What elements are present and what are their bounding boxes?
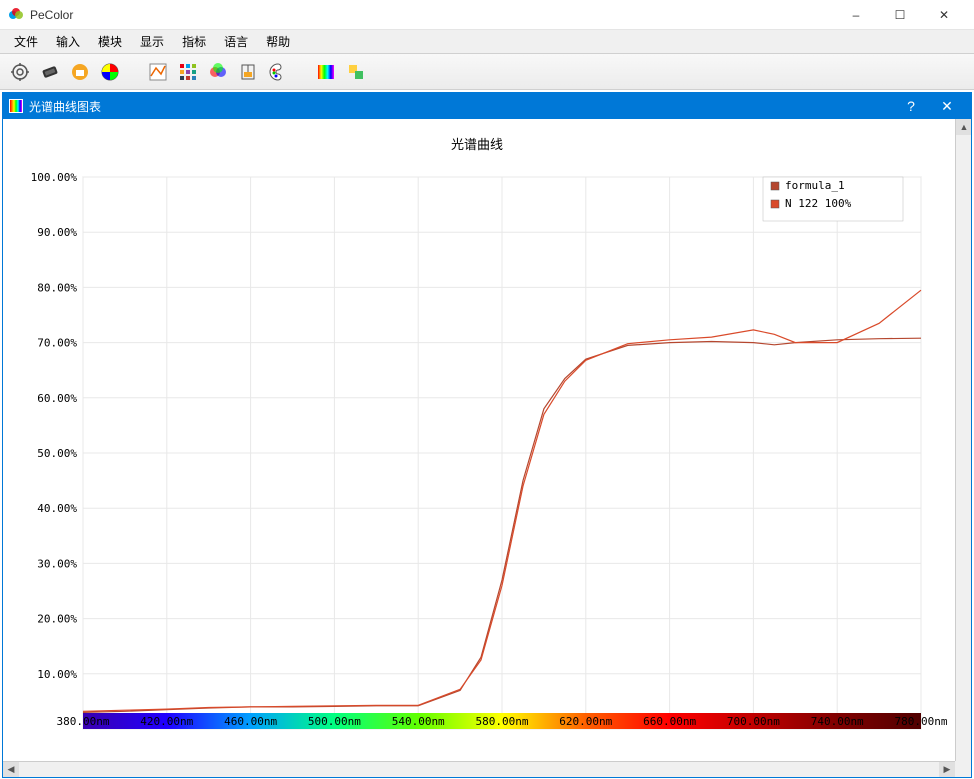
minimize-button[interactable]: –	[834, 1, 878, 29]
toolbar	[0, 54, 974, 90]
svg-text:420.00nm: 420.00nm	[140, 715, 193, 728]
scroll-corner	[955, 761, 971, 777]
spectrum-small-icon	[9, 99, 23, 113]
titlebar: PeColor – ☐ ✕	[0, 0, 974, 30]
svg-text:100.00%: 100.00%	[31, 171, 78, 184]
scroll-right-icon[interactable]: ▶	[939, 762, 955, 778]
svg-text:20.00%: 20.00%	[37, 613, 77, 626]
app-title: PeColor	[30, 8, 834, 22]
lab-icon[interactable]	[236, 60, 260, 84]
chart-area: 光谱曲线 10.00% 20.00% 30.00% 40.00% 50.00% 60.00%…	[3, 119, 971, 777]
svg-text:80.00%: 80.00%	[37, 281, 77, 294]
menu-input[interactable]: 输入	[48, 31, 88, 52]
close-button[interactable]: ✕	[922, 1, 966, 29]
svg-text:formula_1: formula_1	[785, 179, 845, 192]
svg-text:740.00nm: 740.00nm	[811, 715, 864, 728]
spectrum-chart: 光谱曲线 10.00% 20.00% 30.00% 40.00% 50.00% 60.00%…	[3, 119, 951, 759]
menubar: 文件 输入 模块 显示 指标 语言 帮助	[0, 30, 974, 54]
svg-text:60.00%: 60.00%	[37, 392, 77, 405]
svg-text:50.00%: 50.00%	[37, 447, 77, 460]
svg-text:460.00nm: 460.00nm	[224, 715, 277, 728]
menu-indicator[interactable]: 指标	[174, 31, 214, 52]
folder-icon[interactable]	[68, 60, 92, 84]
svg-text:540.00nm: 540.00nm	[392, 715, 445, 728]
subwindow-help-button[interactable]: ?	[893, 94, 929, 118]
svg-text:90.00%: 90.00%	[37, 226, 77, 239]
svg-text:660.00nm: 660.00nm	[643, 715, 696, 728]
squares-icon[interactable]	[344, 60, 368, 84]
subwindow-title: 光谱曲线图表	[29, 98, 893, 115]
svg-text:380.00nm: 380.00nm	[57, 715, 110, 728]
maximize-button[interactable]: ☐	[878, 1, 922, 29]
svg-text:700.00nm: 700.00nm	[727, 715, 780, 728]
horizontal-scrollbar[interactable]: ◀ ▶	[3, 761, 955, 777]
settings-icon[interactable]	[8, 60, 32, 84]
vertical-scrollbar[interactable]: ▲	[955, 119, 971, 761]
svg-text:780.00nm: 780.00nm	[895, 715, 948, 728]
svg-text:30.00%: 30.00%	[37, 557, 77, 570]
svg-text:580.00nm: 580.00nm	[476, 715, 529, 728]
spectrum-icon[interactable]	[314, 60, 338, 84]
svg-text:620.00nm: 620.00nm	[559, 715, 612, 728]
svg-text:40.00%: 40.00%	[37, 502, 77, 515]
scroll-left-icon[interactable]: ◀	[3, 762, 19, 778]
color-wheel-icon[interactable]	[98, 60, 122, 84]
grid-icon[interactable]	[176, 60, 200, 84]
menu-file[interactable]: 文件	[6, 31, 46, 52]
scroll-up-icon[interactable]: ▲	[956, 119, 971, 135]
chart-icon[interactable]	[146, 60, 170, 84]
menu-display[interactable]: 显示	[132, 31, 172, 52]
menu-module[interactable]: 模块	[90, 31, 130, 52]
instrument-icon[interactable]	[38, 60, 62, 84]
svg-text:10.00%: 10.00%	[37, 668, 77, 681]
venn-icon[interactable]	[206, 60, 230, 84]
svg-text:500.00nm: 500.00nm	[308, 715, 361, 728]
svg-text:N 122 100%: N 122 100%	[785, 197, 852, 210]
svg-text:光谱曲线: 光谱曲线	[451, 137, 503, 152]
app-logo-icon	[8, 7, 24, 23]
palette-icon[interactable]	[266, 60, 290, 84]
subwindow-close-button[interactable]: ✕	[929, 94, 965, 118]
menu-language[interactable]: 语言	[216, 31, 256, 52]
svg-text:70.00%: 70.00%	[37, 337, 77, 350]
menu-help[interactable]: 帮助	[258, 31, 298, 52]
subwindow-header: 光谱曲线图表 ? ✕	[3, 93, 971, 119]
chart-subwindow: 光谱曲线图表 ? ✕ 光谱曲线 10.00% 20.00% 30.00% 40.00% 5…	[2, 92, 972, 778]
